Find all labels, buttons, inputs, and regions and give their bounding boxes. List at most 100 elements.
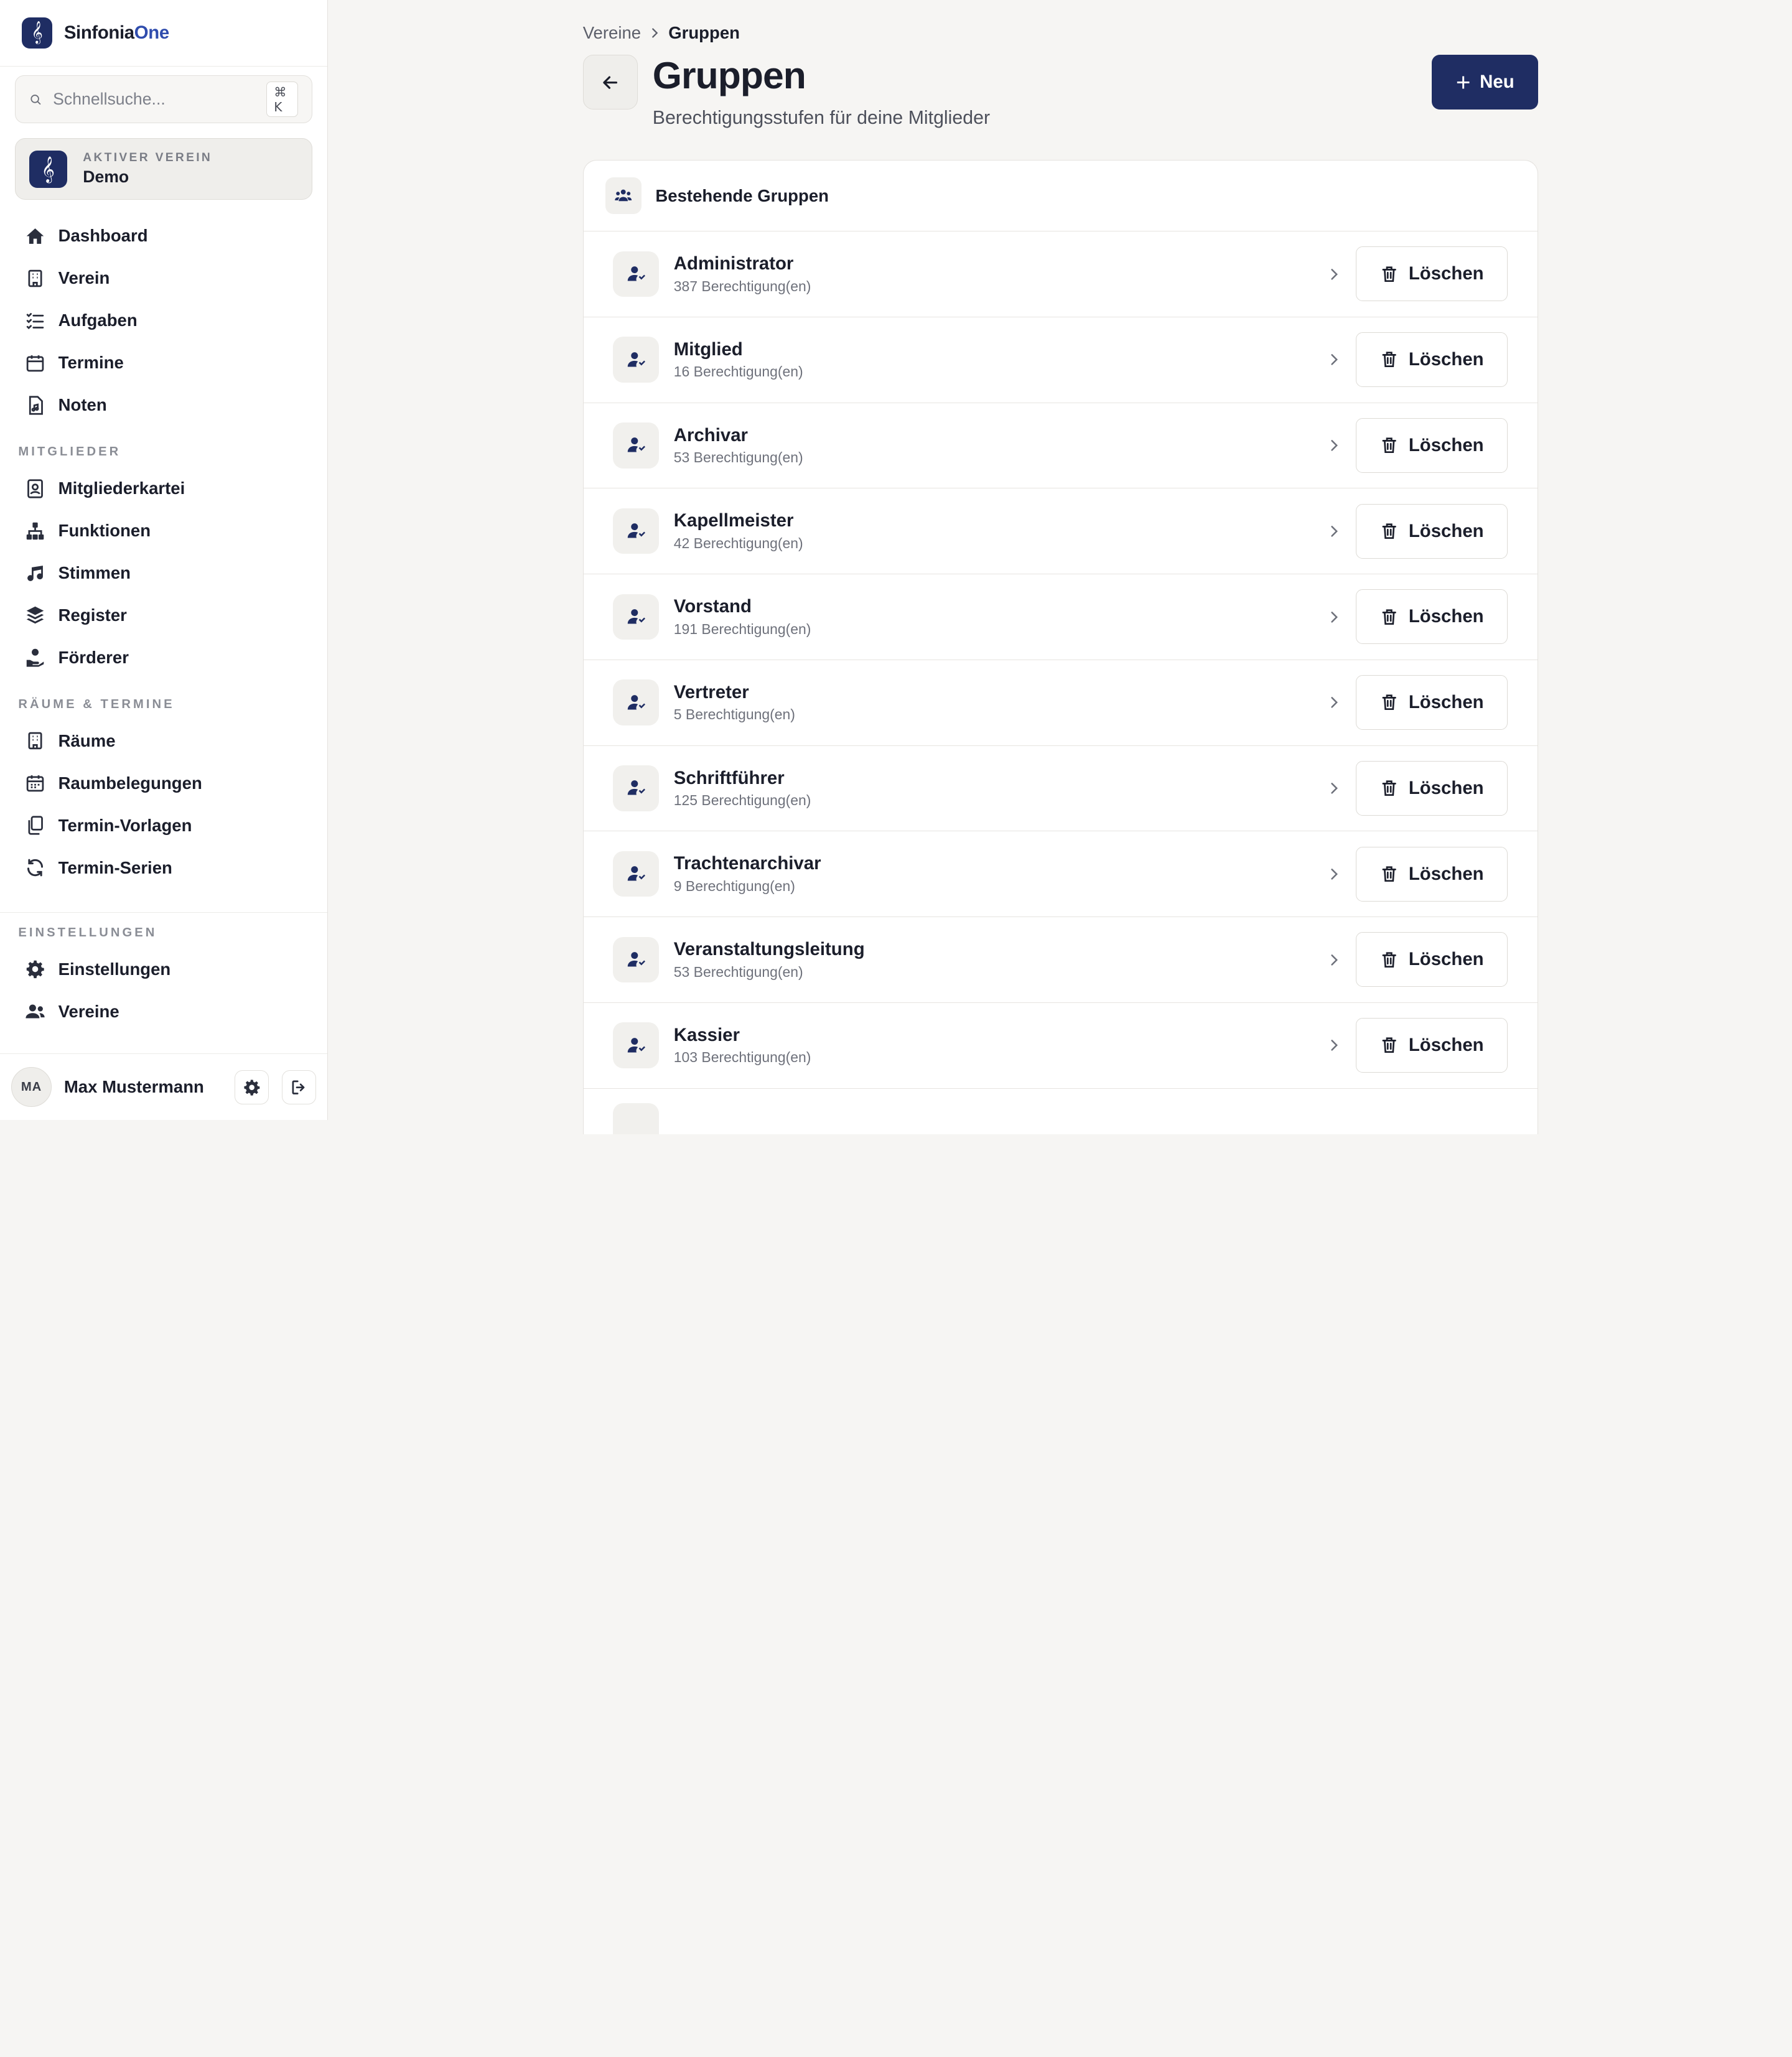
table-row[interactable]: Mitglied 16 Berechtigung(en) Löschen: [583, 317, 1538, 403]
new-group-button-label: Neu: [1480, 72, 1514, 93]
sidebar-item-termine[interactable]: Termine: [0, 342, 327, 384]
group-permission-count: 125 Berechtigung(en): [673, 792, 811, 809]
group-permission-count: 191 Berechtigung(en): [673, 620, 811, 637]
sidebar-item-label: Termin-Serien: [58, 857, 172, 877]
chevron-right-icon[interactable]: [1326, 523, 1342, 539]
sidebar-item-stimmen[interactable]: Stimmen: [0, 552, 327, 594]
sidebar-item-label: Vereine: [58, 1001, 119, 1021]
groups-card-title: Bestehende Gruppen: [655, 185, 829, 205]
back-button[interactable]: [582, 55, 638, 110]
sidebar-item-register[interactable]: Register: [0, 594, 327, 637]
table-row[interactable]: Vertreter 5 Berechtigung(en) Löschen: [583, 660, 1538, 746]
group-permission-count: 16 Berechtigung(en): [673, 363, 803, 380]
group-name: Administrator: [673, 253, 794, 274]
sidebar-item-termin-vorlagen[interactable]: Termin-Vorlagen: [0, 805, 327, 847]
refresh-icon: [25, 857, 45, 878]
search-icon: [30, 95, 41, 105]
delete-group-button[interactable]: Löschen: [1356, 846, 1508, 902]
delete-group-button[interactable]: Löschen: [1356, 675, 1508, 730]
sidebar-item-label: Einstellungen: [58, 959, 171, 979]
active-verein-switcher[interactable]: 𝄞 AKTIVER VEREIN Demo: [14, 138, 313, 200]
chevron-right-icon[interactable]: [1326, 609, 1342, 625]
group-permission-count: 103 Berechtigung(en): [673, 1049, 811, 1066]
delete-button-label: Löschen: [1408, 606, 1484, 627]
chevron-right-icon[interactable]: [1326, 866, 1342, 882]
group-name: Veranstaltungsleitung: [673, 939, 865, 960]
sidebar-item-aufgaben[interactable]: Aufgaben: [0, 299, 327, 342]
brand[interactable]: 𝄞 SinfoniaOne: [0, 0, 328, 67]
delete-button-label: Löschen: [1408, 434, 1484, 455]
search-shortcut-badge: ⌘ K: [266, 82, 299, 118]
sidebar-item-foerderer[interactable]: Förderer: [0, 637, 327, 679]
breadcrumb-link-vereine[interactable]: Vereine: [583, 23, 641, 43]
sidebar-item-label: Dashboard: [58, 226, 148, 246]
sidebar: 𝄞 SinfoniaOne ⌘ K 𝄞 AKTIVER VEREIN Demo …: [0, 0, 329, 1120]
delete-group-button[interactable]: Löschen: [1356, 503, 1508, 559]
user-group-icon: [613, 251, 659, 297]
chevron-right-icon[interactable]: [1326, 694, 1342, 711]
trash-icon: [1380, 951, 1398, 969]
sidebar-item-noten[interactable]: Noten: [0, 384, 327, 426]
group-permission-count: 53 Berechtigung(en): [673, 963, 803, 980]
search-input[interactable]: [53, 90, 267, 110]
sidebar-item-raeume[interactable]: Räume: [0, 720, 327, 762]
delete-group-button[interactable]: Löschen: [1356, 332, 1508, 388]
group-name: Vertreter: [673, 681, 749, 702]
chevron-right-icon[interactable]: [1326, 352, 1342, 368]
avatar[interactable]: MA: [11, 1067, 52, 1108]
sidebar-item-label: Funktionen: [58, 521, 151, 541]
delete-group-button[interactable]: Löschen: [1356, 417, 1508, 473]
sidebar-item-vereine[interactable]: Vereine: [0, 991, 327, 1033]
chevron-right-icon[interactable]: [1326, 437, 1342, 454]
sidebar-settings-group: EINSTELLUNGEN Einstellungen Vereine: [0, 912, 328, 1033]
delete-button-label: Löschen: [1408, 777, 1484, 798]
user-settings-button[interactable]: [235, 1070, 269, 1104]
delete-group-button[interactable]: Löschen: [1356, 246, 1508, 302]
groups-card: Bestehende Gruppen Administrator 387 Bere…: [582, 160, 1539, 1134]
chevron-right-icon[interactable]: [1326, 266, 1342, 282]
chevron-right-icon[interactable]: [1326, 952, 1342, 968]
trash-icon: [1380, 350, 1398, 368]
table-row[interactable]: Kassier 103 Berechtigung(en) Löschen: [583, 1003, 1538, 1089]
logout-button[interactable]: [281, 1070, 316, 1104]
home-icon: [25, 226, 45, 246]
delete-group-button[interactable]: Löschen: [1356, 760, 1508, 816]
sidebar-item-einstellungen[interactable]: Einstellungen: [0, 948, 327, 991]
nav-section-raeume-termine: RÄUME & TERMINE: [18, 697, 175, 712]
trash-icon: [1380, 608, 1398, 626]
sidebar-item-mitgliederkartei[interactable]: Mitgliederkartei: [0, 467, 327, 510]
delete-group-button[interactable]: Löschen: [1356, 932, 1508, 987]
chevron-right-icon[interactable]: [1326, 1037, 1342, 1053]
table-row[interactable]: Veranstaltungsleitung 53 Berechtigung(en)…: [583, 917, 1538, 1003]
sidebar-item-raumbelegungen[interactable]: Raumbelegungen: [0, 762, 327, 805]
users-icon: [605, 177, 642, 214]
sidebar-item-dashboard[interactable]: Dashboard: [0, 215, 327, 257]
table-row[interactable]: Vorstand 191 Berechtigung(en) Löschen: [583, 574, 1538, 660]
delete-group-button[interactable]: Löschen: [1356, 589, 1508, 645]
table-row[interactable]: Administrator 387 Berechtigung(en) Löschen: [583, 231, 1538, 317]
table-row[interactable]: Kapellmeister 42 Berechtigung(en) Löschen: [583, 488, 1538, 574]
table-row[interactable]: [584, 1089, 1538, 1134]
sidebar-item-verein[interactable]: Verein: [0, 257, 327, 299]
table-row[interactable]: Trachtenarchivar 9 Berechtigung(en) Lösche…: [583, 831, 1538, 917]
new-group-button[interactable]: + Neu: [1432, 55, 1539, 110]
list-check-icon: [25, 310, 45, 331]
trash-icon: [1380, 522, 1398, 540]
delete-button-label: Löschen: [1408, 1035, 1484, 1056]
delete-group-button[interactable]: Löschen: [1356, 1018, 1508, 1073]
sidebar-item-termin-serien[interactable]: Termin-Serien: [0, 847, 327, 889]
active-verein-overline: AKTIVER VEREIN: [83, 151, 213, 165]
plus-icon: +: [1455, 68, 1471, 97]
chevron-right-icon[interactable]: [1326, 780, 1342, 796]
group-permission-count: 53 Berechtigung(en): [673, 449, 803, 466]
table-row[interactable]: Schriftführer 125 Berechtigung(en) Löschen: [583, 746, 1538, 832]
sidebar-item-funktionen[interactable]: Funktionen: [0, 510, 327, 552]
calendar-grid-icon: [25, 773, 45, 793]
group-name: Trachtenarchivar: [673, 853, 821, 874]
table-row[interactable]: Archivar 53 Berechtigung(en) Löschen: [583, 403, 1538, 489]
quick-search[interactable]: ⌘ K: [14, 75, 313, 124]
copy-icon: [25, 815, 45, 836]
sidebar-item-label: Register: [58, 605, 127, 625]
file-music-icon: [25, 395, 45, 416]
chevron-right-icon: [648, 26, 661, 40]
